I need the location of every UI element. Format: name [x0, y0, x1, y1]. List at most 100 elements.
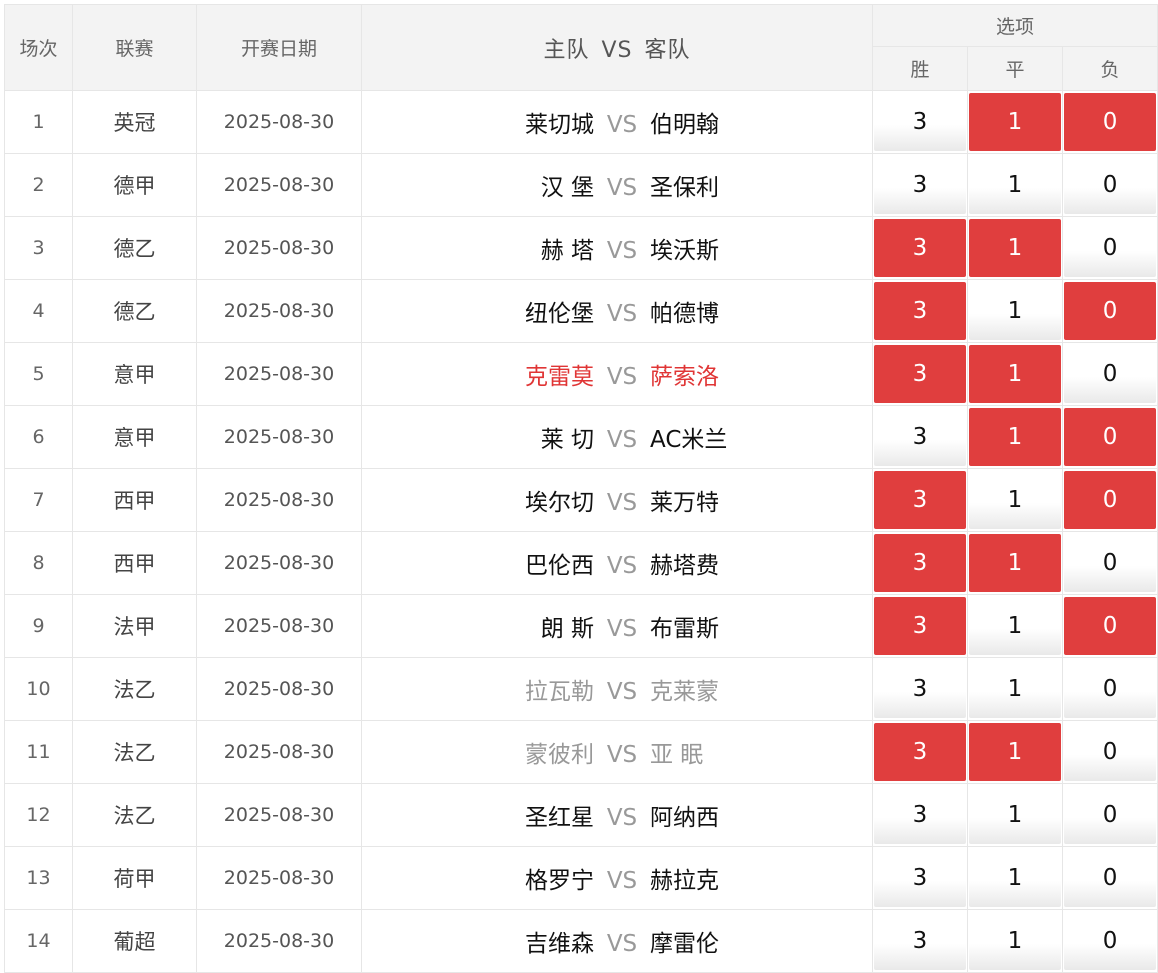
option-win-button[interactable]: 3	[874, 471, 966, 529]
option-win-button[interactable]: 3	[874, 93, 966, 151]
option-win-button[interactable]: 3	[874, 597, 966, 655]
option-lose-button[interactable]: 0	[1064, 534, 1157, 592]
option-draw-button[interactable]: 1	[969, 471, 1061, 529]
col-matchup-header: 主队 VS 客队	[361, 4, 873, 91]
home-team: 朗 斯	[540, 616, 594, 642]
matchup: 拉瓦勒 VS 克莱蒙	[361, 657, 873, 721]
option-win-button[interactable]: 3	[874, 408, 966, 466]
away-team: 伯明翰	[650, 112, 719, 138]
option-cell-win: 3	[872, 216, 968, 280]
opt-win-header: 胜	[872, 46, 968, 91]
match-index: 6	[4, 405, 73, 469]
option-cell-lose: 0	[1061, 657, 1158, 721]
home-team: 格罗宁	[525, 868, 594, 894]
option-win-button[interactable]: 3	[874, 786, 966, 844]
option-cell-win: 3	[872, 531, 968, 595]
col-vs-header: VS	[601, 37, 633, 63]
option-win-button[interactable]: 3	[874, 723, 966, 781]
option-lose-button[interactable]: 0	[1064, 597, 1157, 655]
vs-label: VS	[606, 742, 638, 768]
option-cell-lose: 0	[1061, 594, 1158, 658]
option-draw-button[interactable]: 1	[969, 786, 1061, 844]
match-date: 2025-08-30	[196, 657, 362, 721]
option-draw-button[interactable]: 1	[969, 282, 1061, 340]
col-index-header: 场次	[4, 4, 73, 91]
match-date: 2025-08-30	[196, 216, 362, 280]
matchup: 汉 堡 VS 圣保利	[361, 153, 873, 217]
option-cell-lose: 0	[1061, 720, 1158, 784]
option-cell-draw: 1	[967, 153, 1063, 217]
option-lose-button[interactable]: 0	[1064, 471, 1157, 529]
home-team: 埃尔切	[525, 490, 594, 516]
match-index: 8	[4, 531, 73, 595]
league-name: 英冠	[72, 90, 197, 154]
option-cell-lose: 0	[1061, 531, 1158, 595]
option-draw-button[interactable]: 1	[969, 597, 1061, 655]
match-date: 2025-08-30	[196, 405, 362, 469]
away-team: 阿纳西	[650, 805, 719, 831]
match-date: 2025-08-30	[196, 279, 362, 343]
away-team: 亚 眠	[650, 742, 704, 768]
matchup: 圣红星 VS 阿纳西	[361, 783, 873, 847]
home-team: 莱切城	[525, 112, 594, 138]
option-lose-button[interactable]: 0	[1064, 912, 1157, 970]
option-draw-button[interactable]: 1	[969, 660, 1061, 718]
league-name: 意甲	[72, 405, 197, 469]
option-lose-button[interactable]: 0	[1064, 282, 1157, 340]
matchup: 吉维森 VS 摩雷伦	[361, 909, 873, 973]
option-lose-button[interactable]: 0	[1064, 219, 1157, 277]
option-win-button[interactable]: 3	[874, 912, 966, 970]
option-lose-button[interactable]: 0	[1064, 93, 1157, 151]
option-win-button[interactable]: 3	[874, 849, 966, 907]
option-draw-button[interactable]: 1	[969, 408, 1061, 466]
option-draw-button[interactable]: 1	[969, 912, 1061, 970]
opt-draw-header: 平	[967, 46, 1063, 91]
option-lose-button[interactable]: 0	[1064, 156, 1157, 214]
option-lose-button[interactable]: 0	[1064, 408, 1157, 466]
table-row: 10 法乙 2025-08-30 拉瓦勒 VS 克莱蒙 3 1 0	[4, 657, 1158, 721]
match-index: 5	[4, 342, 73, 406]
option-cell-draw: 1	[967, 90, 1063, 154]
col-options-header: 选项	[871, 4, 1158, 47]
option-cell-draw: 1	[967, 846, 1063, 910]
option-draw-button[interactable]: 1	[969, 849, 1061, 907]
match-date: 2025-08-30	[196, 468, 362, 532]
option-lose-button[interactable]: 0	[1064, 345, 1157, 403]
league-name: 葡超	[72, 909, 197, 973]
match-date: 2025-08-30	[196, 90, 362, 154]
option-win-button[interactable]: 3	[874, 534, 966, 592]
away-team: 圣保利	[650, 175, 719, 201]
vs-label: VS	[606, 427, 638, 453]
option-lose-button[interactable]: 0	[1064, 660, 1157, 718]
option-draw-button[interactable]: 1	[969, 534, 1061, 592]
league-name: 法乙	[72, 783, 197, 847]
match-date: 2025-08-30	[196, 720, 362, 784]
table-row: 12 法乙 2025-08-30 圣红星 VS 阿纳西 3 1 0	[4, 783, 1158, 847]
option-lose-button[interactable]: 0	[1064, 723, 1157, 781]
matchup: 莱 切 VS AC米兰	[361, 405, 873, 469]
option-lose-button[interactable]: 0	[1064, 786, 1157, 844]
option-lose-button[interactable]: 0	[1064, 849, 1157, 907]
option-win-button[interactable]: 3	[874, 660, 966, 718]
option-draw-button[interactable]: 1	[969, 723, 1061, 781]
match-index: 12	[4, 783, 73, 847]
option-win-button[interactable]: 3	[874, 219, 966, 277]
option-draw-button[interactable]: 1	[969, 156, 1061, 214]
matchup: 朗 斯 VS 布雷斯	[361, 594, 873, 658]
vs-label: VS	[606, 679, 638, 705]
option-win-button[interactable]: 3	[874, 156, 966, 214]
option-cell-draw: 1	[967, 531, 1063, 595]
option-win-button[interactable]: 3	[874, 282, 966, 340]
option-draw-button[interactable]: 1	[969, 93, 1061, 151]
league-name: 西甲	[72, 531, 197, 595]
option-draw-button[interactable]: 1	[969, 345, 1061, 403]
option-win-button[interactable]: 3	[874, 345, 966, 403]
table-row: 4 德乙 2025-08-30 纽伦堡 VS 帕德博 3 1 0	[4, 279, 1158, 343]
away-team: 布雷斯	[650, 616, 719, 642]
matchup: 蒙彼利 VS 亚 眠	[361, 720, 873, 784]
option-cell-lose: 0	[1061, 846, 1158, 910]
option-draw-button[interactable]: 1	[969, 219, 1061, 277]
match-date: 2025-08-30	[196, 846, 362, 910]
option-cell-win: 3	[872, 720, 968, 784]
opt-lose-header: 负	[1061, 46, 1158, 91]
